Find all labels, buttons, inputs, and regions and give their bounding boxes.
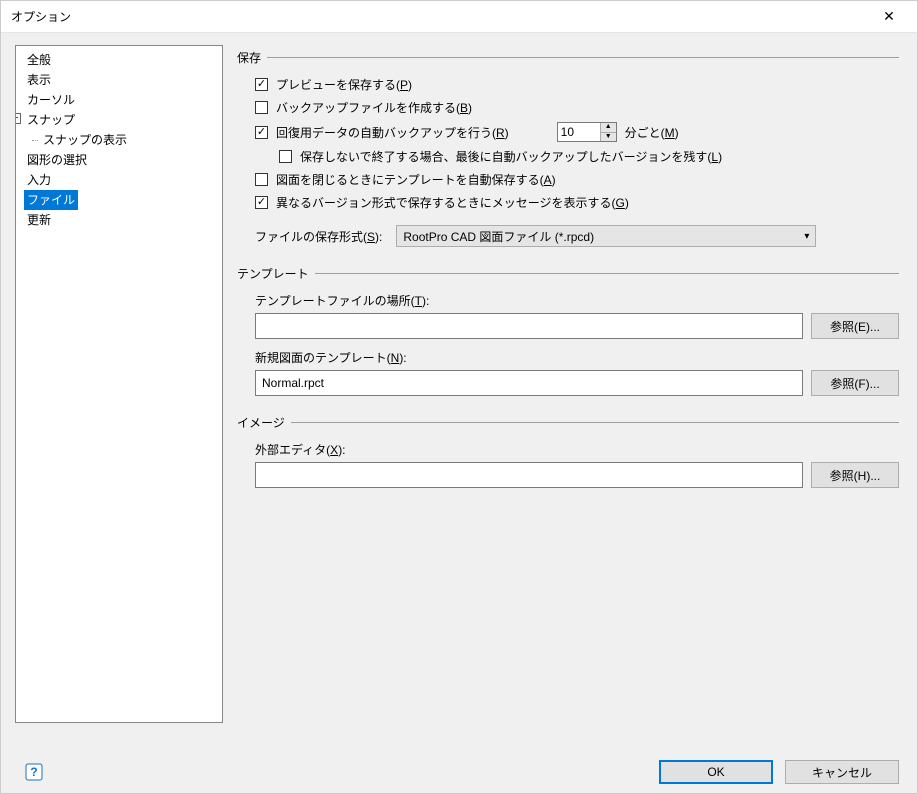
file-format-label: ファイルの保存形式(S): (255, 228, 382, 245)
tree-item-shape-select[interactable]: 図形の選択 (24, 150, 90, 170)
save-group: 保存 プレビューを保存する(P) バックアップファイルを作成する(B) (237, 49, 899, 247)
preview-checkbox[interactable] (255, 78, 268, 91)
keeplast-label: 保存しないで終了する場合、最後に自動バックアップしたバージョンを残す(L) (300, 148, 722, 165)
save-group-title: 保存 (237, 49, 899, 66)
file-format-value: RootPro CAD 図面ファイル (*.rpcd) (403, 228, 594, 245)
preview-label: プレビューを保存する(P) (276, 76, 412, 93)
chevron-down-icon: ▾ (804, 231, 809, 242)
close-button[interactable]: ✕ (871, 3, 907, 31)
expand-collapse-icon[interactable]: − (15, 113, 21, 124)
keeplast-checkbox[interactable] (279, 150, 292, 163)
svg-text:?: ? (30, 765, 37, 779)
newdoc-template-input[interactable] (255, 370, 803, 396)
autorecover-label: 回復用データの自動バックアップを行う(R) (276, 124, 509, 141)
autosave-template-checkbox[interactable] (255, 173, 268, 186)
external-editor-input[interactable] (255, 462, 803, 488)
help-icon: ? (25, 763, 43, 781)
tree-item-general[interactable]: 全般 (24, 50, 54, 70)
diff-version-label: 異なるバージョン形式で保存するときにメッセージを表示する(G) (276, 194, 629, 211)
autosave-template-label: 図面を閉じるときにテンプレートを自動保存する(A) (276, 171, 556, 188)
template-location-browse-button[interactable]: 参照(E)... (811, 313, 899, 339)
settings-panel: 保存 プレビューを保存する(P) バックアップファイルを作成する(B) (233, 45, 903, 751)
autorecover-interval-spinner[interactable]: ▲ ▼ (557, 122, 617, 142)
template-location-input[interactable] (255, 313, 803, 339)
cancel-button[interactable]: キャンセル (785, 760, 899, 784)
newdoc-template-browse-button[interactable]: 参照(F)... (811, 370, 899, 396)
spinner-up-icon[interactable]: ▲ (601, 123, 616, 133)
tree-item-input[interactable]: 入力 (24, 170, 54, 190)
external-editor-browse-button[interactable]: 参照(H)... (811, 462, 899, 488)
category-tree[interactable]: 全般 表示 カーソル − スナップ スナップの表示 図形の選択 入力 ファイル … (15, 45, 223, 723)
tree-item-file[interactable]: ファイル (24, 190, 78, 210)
external-editor-label: 外部エディタ(X): (255, 441, 899, 458)
dialog-body: 全般 表示 カーソル − スナップ スナップの表示 図形の選択 入力 ファイル … (1, 33, 917, 751)
autorecover-interval-input[interactable] (558, 124, 600, 140)
image-group: イメージ 外部エディタ(X): 参照(H)... (237, 414, 899, 488)
template-location-label: テンプレートファイルの場所(T): (255, 292, 899, 309)
newdoc-template-label: 新規図面のテンプレート(N): (255, 349, 899, 366)
close-icon: ✕ (883, 8, 895, 25)
ok-button[interactable]: OK (659, 760, 773, 784)
autorecover-unit-label: 分ごと(M) (625, 124, 679, 141)
template-group: テンプレート テンプレートファイルの場所(T): 参照(E)... 新規図面のテ… (237, 265, 899, 396)
backup-label: バックアップファイルを作成する(B) (276, 99, 472, 116)
options-dialog: オプション ✕ 全般 表示 カーソル − スナップ スナップの表示 図形の選択 … (0, 0, 918, 794)
backup-checkbox[interactable] (255, 101, 268, 114)
tree-item-snap-display[interactable]: スナップの表示 (40, 130, 130, 150)
autorecover-checkbox[interactable] (255, 126, 268, 139)
tree-item-snap[interactable]: スナップ (24, 110, 78, 130)
tree-item-update[interactable]: 更新 (24, 210, 54, 230)
image-group-title: イメージ (237, 414, 899, 431)
tree-item-cursor[interactable]: カーソル (24, 90, 78, 110)
dialog-footer: ? OK キャンセル (1, 751, 917, 793)
file-format-select[interactable]: RootPro CAD 図面ファイル (*.rpcd) ▾ (396, 225, 816, 247)
tree-item-display[interactable]: 表示 (24, 70, 54, 90)
diff-version-checkbox[interactable] (255, 196, 268, 209)
template-group-title: テンプレート (237, 265, 899, 282)
window-title: オプション (11, 8, 71, 25)
help-button[interactable]: ? (23, 761, 45, 783)
spinner-down-icon[interactable]: ▼ (601, 133, 616, 142)
title-bar: オプション ✕ (1, 1, 917, 33)
